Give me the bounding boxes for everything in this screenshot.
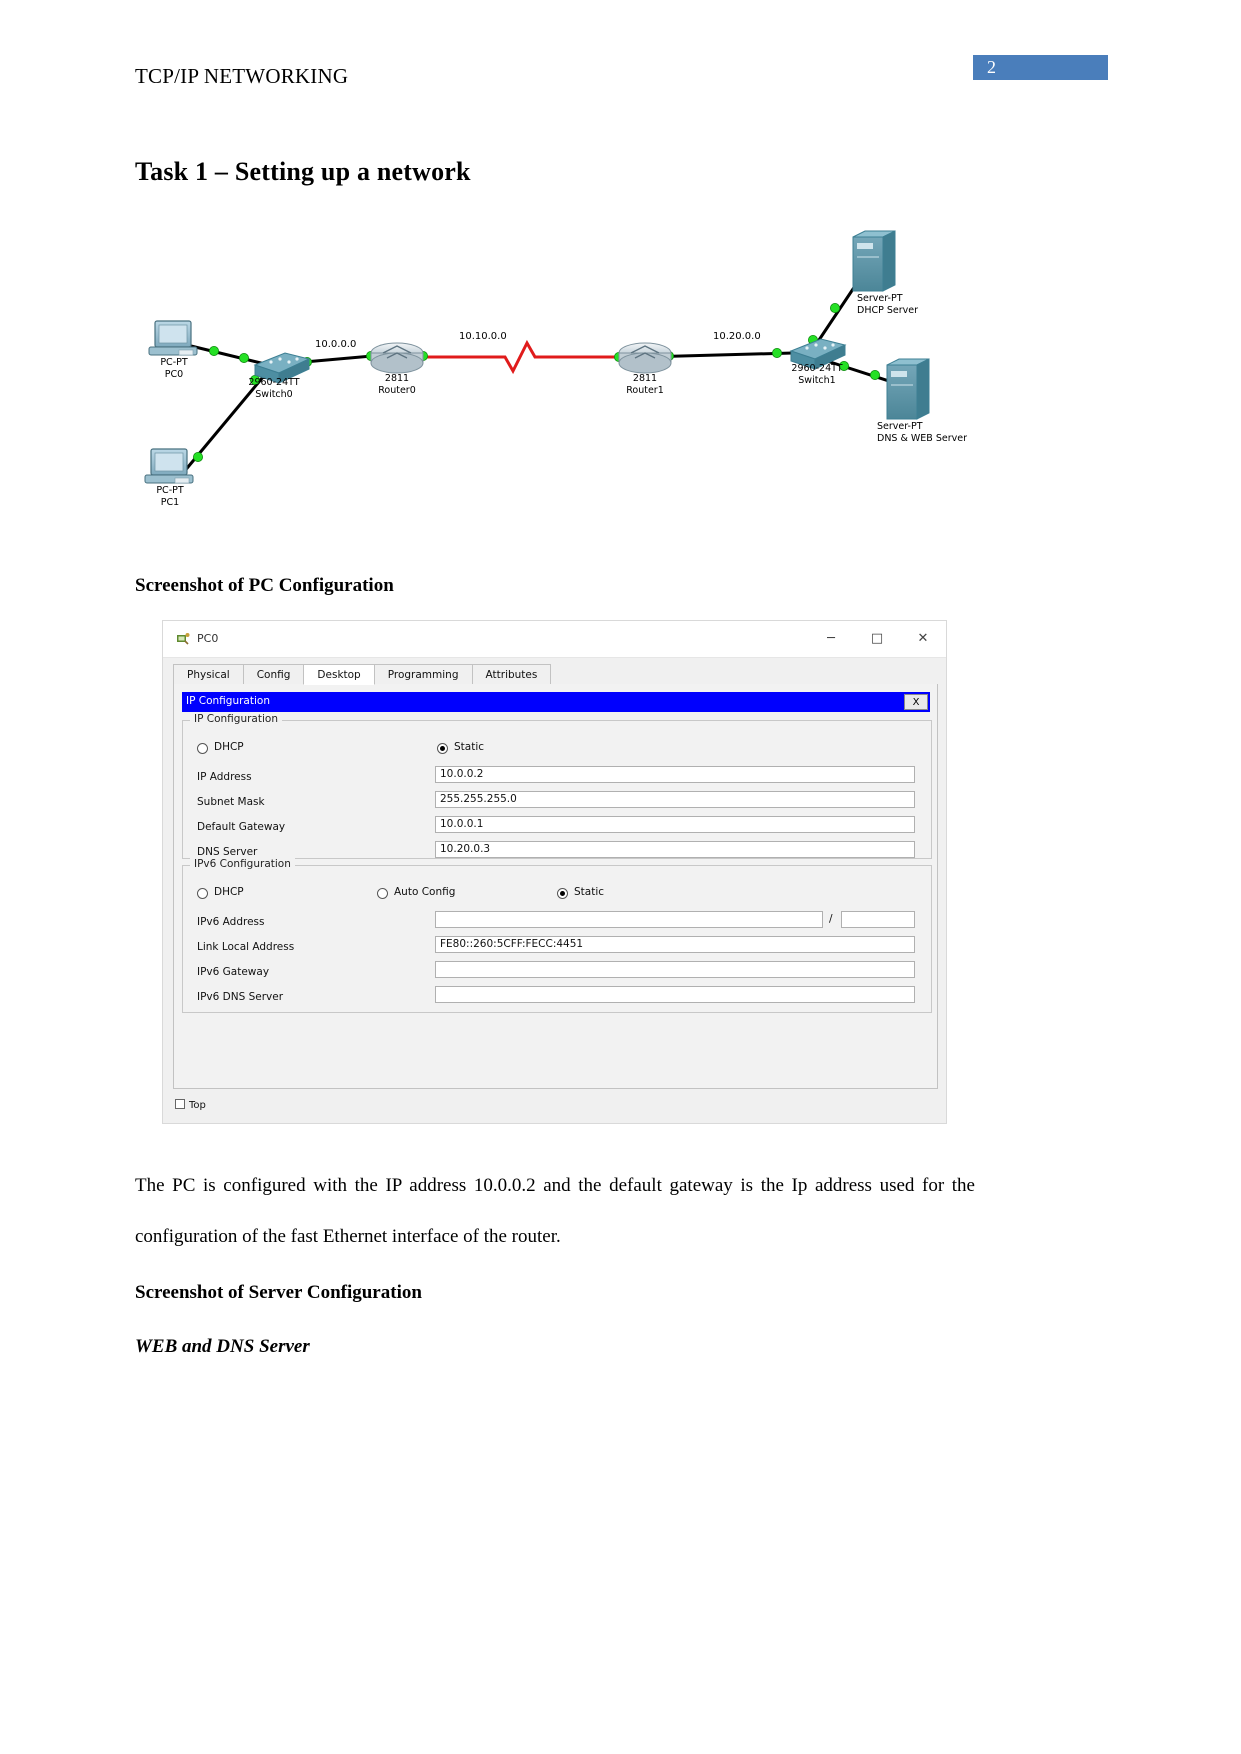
ipv6-prefix-separator: / bbox=[829, 913, 833, 925]
top-checkbox[interactable] bbox=[175, 1099, 185, 1109]
tab-config[interactable]: Config bbox=[242, 664, 305, 685]
ipv6-auto-config-label: Auto Config bbox=[394, 886, 456, 898]
dns-server-input[interactable]: 10.20.0.3 bbox=[435, 841, 915, 858]
ipv6-prefix-length-input[interactable] bbox=[841, 911, 915, 928]
ipv6-dns-server-input[interactable] bbox=[435, 986, 915, 1003]
ip-configuration-titlebar: IP Configuration X bbox=[182, 692, 930, 712]
desktop-tab-panel: IP Configuration X IP Configuration DHCP… bbox=[173, 684, 938, 1089]
top-checkbox-label: Top bbox=[189, 1100, 206, 1111]
window-title: PC0 bbox=[197, 632, 219, 645]
packet-tracer-device-window[interactable]: PC0 ─ □ ✕ Physical Config Desktop Progra… bbox=[162, 620, 947, 1124]
ipv6-auto-config-radio[interactable] bbox=[377, 888, 388, 899]
tab-attributes[interactable]: Attributes bbox=[471, 664, 552, 685]
device-label-dhcp-server: Server-PT DHCP Server bbox=[857, 293, 918, 316]
device-label-pc0: PC-PT PC0 bbox=[160, 357, 188, 380]
default-gateway-label: Default Gateway bbox=[197, 821, 286, 833]
ipv6-static-label: Static bbox=[574, 886, 605, 898]
section-heading-pc-configuration: Screenshot of PC Configuration bbox=[135, 575, 394, 596]
device-label-pc1: PC-PT PC1 bbox=[156, 485, 184, 508]
ipv6-address-label: IPv6 Address bbox=[197, 916, 265, 928]
ipv6-static-radio[interactable] bbox=[557, 888, 568, 899]
device-label-switch0: 2960-24TT Switch0 bbox=[248, 377, 300, 400]
device-label-dns-web-server: Server-PT DNS & WEB Server bbox=[877, 421, 967, 444]
ipv4-static-radio[interactable] bbox=[437, 743, 448, 754]
link-local-address-label: Link Local Address bbox=[197, 941, 295, 953]
ipv4-group-legend: IP Configuration bbox=[190, 713, 282, 725]
device-tab-bar: Physical Config Desktop Programming Attr… bbox=[173, 663, 938, 686]
ipv6-configuration-group: IPv6 Configuration DHCP Auto Config Stat… bbox=[182, 858, 932, 1013]
tab-programming[interactable]: Programming bbox=[373, 664, 473, 685]
ipv6-dns-server-label: IPv6 DNS Server bbox=[197, 991, 284, 1003]
dns-server-label: DNS Server bbox=[197, 846, 258, 858]
tab-physical[interactable]: Physical bbox=[173, 664, 244, 685]
ipv4-static-label: Static bbox=[454, 741, 485, 753]
ipv6-group-legend: IPv6 Configuration bbox=[190, 858, 295, 870]
ipv6-gateway-input[interactable] bbox=[435, 961, 915, 978]
subnet-mask-input[interactable]: 255.255.255.0 bbox=[435, 791, 915, 808]
subnet-mask-label: Subnet Mask bbox=[197, 796, 265, 808]
default-gateway-input[interactable]: 10.0.0.1 bbox=[435, 816, 915, 833]
device-label-switch1: 2960-24TT Switch1 bbox=[791, 363, 843, 386]
page-number-badge: 2 bbox=[973, 55, 1108, 80]
ip-address-label: IP Address bbox=[197, 771, 252, 783]
network-label-10-0-0-0: 10.0.0.0 bbox=[315, 339, 357, 350]
ip-configuration-title-text: IP Configuration bbox=[186, 695, 270, 707]
ipv6-dhcp-label: DHCP bbox=[214, 886, 244, 898]
window-maximize-button[interactable]: □ bbox=[854, 621, 900, 657]
network-label-10-20-0-0: 10.20.0.0 bbox=[713, 331, 761, 342]
ipv6-address-input[interactable] bbox=[435, 911, 823, 928]
packet-tracer-app-icon bbox=[177, 633, 190, 645]
ipv6-gateway-label: IPv6 Gateway bbox=[197, 966, 270, 978]
device-pc0-icon bbox=[148, 320, 198, 356]
device-router1-icon bbox=[618, 342, 672, 374]
device-router0-icon bbox=[370, 342, 424, 374]
ipv4-dhcp-radio[interactable] bbox=[197, 743, 208, 754]
section-heading-server-configuration: Screenshot of Server Configuration bbox=[135, 1282, 422, 1303]
ip-configuration-close-button[interactable]: X bbox=[904, 694, 928, 710]
device-label-router1: 2811 Router1 bbox=[626, 373, 664, 396]
device-dns-web-server-icon bbox=[886, 358, 930, 420]
link-local-address-input[interactable]: FE80::260:5CFF:FECC:4451 bbox=[435, 936, 915, 953]
window-close-button[interactable]: ✕ bbox=[900, 621, 946, 657]
network-label-10-10-0-0: 10.10.0.0 bbox=[459, 331, 507, 342]
window-titlebar: PC0 ─ □ ✕ bbox=[163, 621, 946, 658]
device-dhcp-server-icon bbox=[852, 230, 896, 292]
subsection-heading-web-dns-server: WEB and DNS Server bbox=[135, 1336, 310, 1357]
device-pc1-icon bbox=[144, 448, 194, 484]
ipv4-configuration-group: IP Configuration DHCP Static IP Address … bbox=[182, 713, 932, 859]
window-minimize-button[interactable]: ─ bbox=[808, 621, 854, 657]
ip-address-input[interactable]: 10.0.0.2 bbox=[435, 766, 915, 783]
ipv6-dhcp-radio[interactable] bbox=[197, 888, 208, 899]
top-checkbox-row[interactable]: Top bbox=[175, 1099, 206, 1111]
pc-configuration-description: The PC is configured with the IP address… bbox=[135, 1175, 975, 1247]
page-title: Task 1 – Setting up a network bbox=[135, 157, 471, 186]
device-label-router0: 2811 Router0 bbox=[378, 373, 416, 396]
network-topology-diagram: PC-PT PC0 PC-PT PC1 2960-24TT Switch0 28… bbox=[135, 225, 1095, 545]
tab-desktop[interactable]: Desktop bbox=[303, 664, 375, 685]
ipv4-dhcp-label: DHCP bbox=[214, 741, 244, 753]
